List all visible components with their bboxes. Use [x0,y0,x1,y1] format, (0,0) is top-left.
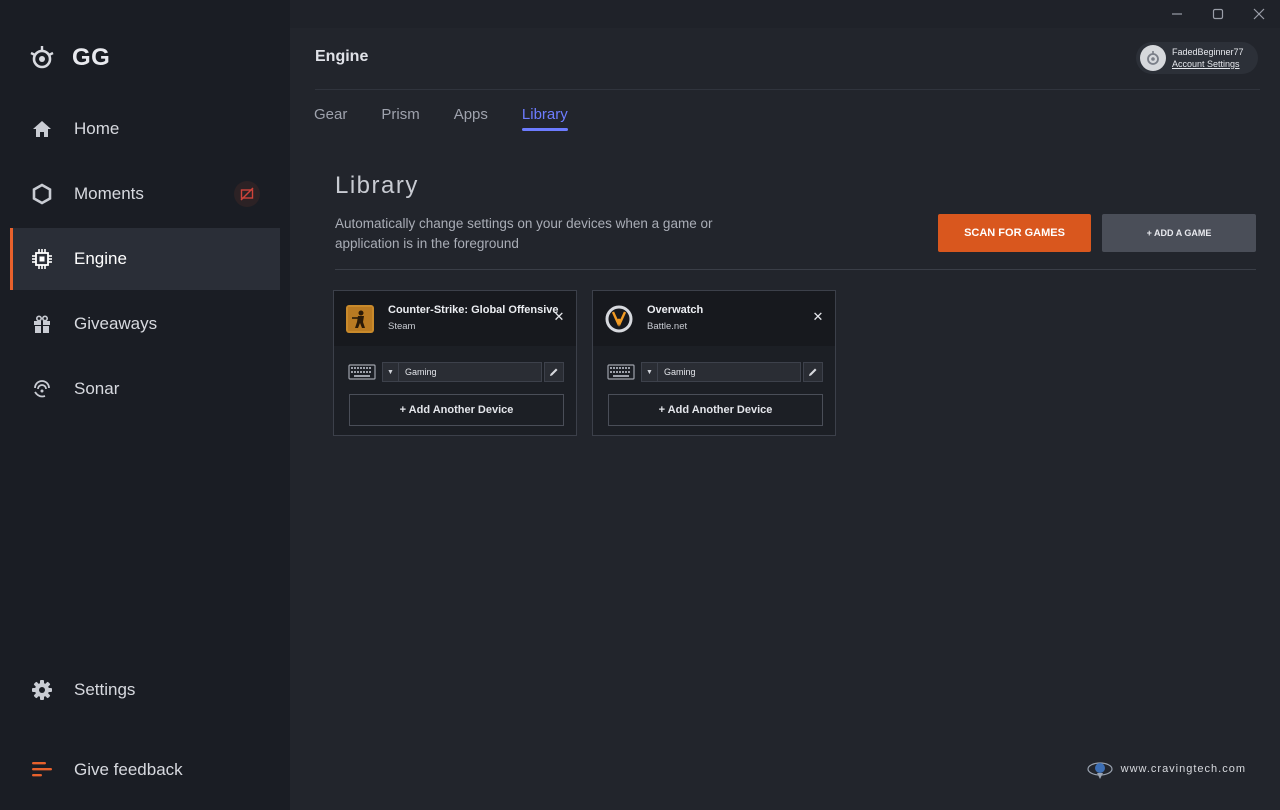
feedback-icon [30,758,54,782]
profile-select-value: Gaming [664,367,696,377]
sidebar-item-label: Moments [74,184,144,203]
account-settings-link[interactable]: Account Settings [1172,58,1244,70]
profile-select[interactable]: ▼ Gaming [641,362,801,382]
profile-select-value: Gaming [405,367,437,377]
scan-for-games-button[interactable]: SCAN FOR GAMES [938,214,1091,252]
tab-prism[interactable]: Prism [381,106,419,129]
sidebar-item-sonar[interactable]: Sonar [10,358,280,420]
sidebar-item-giveaways[interactable]: Giveaways [10,293,280,355]
library-divider [335,269,1256,270]
watermark-text: www.cravingtech.com [1120,763,1246,775]
engine-tabs: Gear Prism Apps Library [314,106,602,131]
keyboard-icon [348,364,376,380]
game-platform: Battle.net [647,321,688,332]
sidebar-item-label: Give feedback [74,760,183,779]
edit-profile-button[interactable] [803,362,823,382]
app-name: GG [72,44,111,71]
page-title: Engine [315,48,369,65]
gift-icon [30,312,54,336]
steelseries-logo-icon [30,46,54,69]
sidebar-item-moments[interactable]: Moments [10,163,280,225]
chip-icon [30,247,54,271]
game-card-overwatch: Overwatch Battle.net ✕ ▼ Gaming + Add An… [592,290,836,436]
game-card-header: Overwatch Battle.net ✕ [593,291,835,346]
edit-profile-button[interactable] [544,362,564,382]
hexagon-icon [30,182,54,206]
game-platform: Steam [388,321,416,332]
remove-game-icon[interactable]: ✕ [552,309,566,324]
chevron-down-icon: ▼ [642,363,658,381]
device-row: ▼ Gaming [607,362,823,382]
library-description: Automatically change settings on your de… [335,216,713,251]
close-icon[interactable] [1248,4,1270,24]
remove-game-icon[interactable]: ✕ [811,309,825,324]
sidebar-item-label: Home [74,119,120,138]
sidebar-item-label: Settings [74,680,136,699]
watermark-logo-icon [1087,762,1113,779]
tab-library[interactable]: Library [521,106,568,131]
add-another-device-button[interactable]: + Add Another Device [608,394,823,426]
game-card-header: Counter-Strike: Global Offensive Steam ✕ [334,291,576,346]
home-icon [30,117,54,141]
sidebar-item-label: Engine [74,249,127,268]
gear-icon [30,678,54,702]
sidebar-item-settings[interactable]: Settings [10,659,280,721]
main-panel: Engine FadedBeginner77 Account Settings … [290,0,1280,810]
tab-gear[interactable]: Gear [314,106,347,129]
sidebar-item-label: Sonar [74,379,120,398]
pencil-icon [550,368,558,376]
profile-select[interactable]: ▼ Gaming [382,362,542,382]
sonar-icon [30,377,54,401]
minimize-icon[interactable] [1166,4,1188,24]
app-window: GG Home Moments Engine Giveaways Sonar S… [0,0,1280,810]
game-name: Overwatch [647,304,704,316]
sidebar-item-feedback[interactable]: Give feedback [10,739,280,801]
chevron-down-icon: ▼ [383,363,399,381]
moments-disabled-icon[interactable] [234,181,260,207]
avatar [1140,45,1166,71]
window-titlebar [290,0,1280,28]
account-username: FadedBeginner77 [1172,47,1244,57]
add-game-button[interactable]: + ADD A GAME [1102,214,1256,252]
game-name: Counter-Strike: Global Offensive [388,304,559,316]
device-row: ▼ Gaming [348,362,564,382]
overwatch-game-icon [605,304,633,333]
game-card-csgo: Counter-Strike: Global Offensive Steam ✕… [333,290,577,436]
pencil-icon [809,368,817,376]
keyboard-icon [607,364,635,380]
header-divider [315,89,1260,90]
library-title: Library [335,172,419,199]
tab-apps[interactable]: Apps [454,106,488,129]
watermark: www.cravingtech.com [1087,758,1246,780]
sidebar-item-home[interactable]: Home [10,98,280,160]
account-chip[interactable]: FadedBeginner77 Account Settings [1136,42,1258,74]
maximize-icon[interactable] [1207,4,1229,24]
app-logo: GG [28,44,110,72]
sidebar: GG Home Moments Engine Giveaways Sonar S… [0,0,290,810]
sidebar-item-engine[interactable]: Engine [10,228,280,290]
csgo-game-icon [346,304,374,333]
add-another-device-button[interactable]: + Add Another Device [349,394,564,426]
sidebar-item-label: Giveaways [74,314,158,333]
